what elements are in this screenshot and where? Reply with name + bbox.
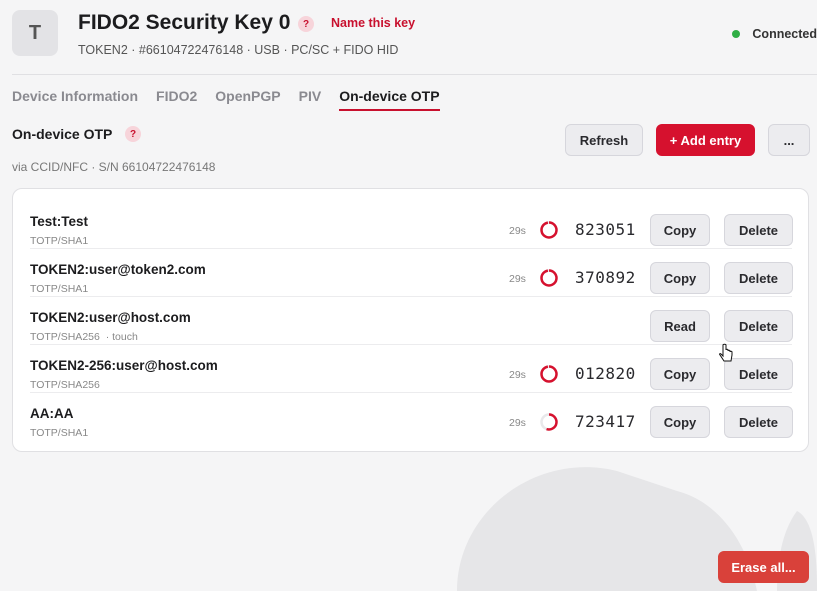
erase-all-button[interactable]: Erase all... [718,551,809,583]
delete-button[interactable]: Delete [724,358,793,390]
delete-button[interactable]: Delete [724,214,793,246]
otp-code: 723417 [575,412,636,431]
refresh-button[interactable]: Refresh [565,124,643,156]
otp-entry-row: TOKEN2:user@token2.com TOTP/SHA1 29s 370… [30,249,793,297]
entry-meta: TOTP/SHA1 [30,235,89,247]
copy-button[interactable]: Copy [650,214,710,246]
entry-meta: TOTP/SHA256 · touch [30,331,138,343]
entry-account: AA:AA [30,406,74,421]
entry-account: TOKEN2-256:user@host.com [30,358,218,373]
tab-device-information[interactable]: Device Information [12,88,138,111]
entry-algorithm: TOTP/SHA256 [30,331,100,343]
otp-entry-row: Test:Test TOTP/SHA1 29s 823051 Copy Dele… [30,201,793,249]
otp-entry-row: TOKEN2:user@host.com TOTP/SHA256 · touch… [30,297,793,345]
name-this-key-link[interactable]: Name this key [331,16,415,30]
connection-status: Connected [732,27,817,41]
entry-seconds: 29s [509,225,526,237]
countdown-timer-icon [540,221,558,239]
device-header: T FIDO2 Security Key 0 ? Name this key T… [12,10,817,60]
otp-code: 370892 [575,268,636,287]
entry-seconds: 29s [509,273,526,285]
tab-piv[interactable]: PIV [299,88,322,111]
device-subtitle: TOKEN2 · #66104722476148 · USB · PC/SC +… [78,43,399,57]
tab-bar: Device Information FIDO2 OpenPGP PIV On-… [12,88,440,111]
device-title: FIDO2 Security Key 0 [78,11,291,34]
more-options-button[interactable]: ... [768,124,810,156]
countdown-timer-icon [540,413,558,431]
entry-account: TOKEN2:user@host.com [30,310,191,325]
device-avatar: T [12,10,58,56]
entry-touch-flag: · touch [105,331,138,343]
tab-on-device-otp[interactable]: On-device OTP [339,88,440,111]
status-dot-icon [732,30,741,38]
header-divider [12,74,817,75]
delete-button[interactable]: Delete [724,262,793,294]
entry-meta: TOTP/SHA1 [30,283,89,295]
otp-code: 823051 [575,220,636,239]
hand-cursor-icon [719,343,733,362]
tab-openpgp[interactable]: OpenPGP [215,88,280,111]
entry-account: Test:Test [30,214,89,229]
section-title: On-device OTP [12,126,113,142]
tab-fido2[interactable]: FIDO2 [156,88,197,111]
delete-button[interactable]: Delete [724,406,793,438]
copy-button[interactable]: Copy [650,262,710,294]
otp-entry-row: TOKEN2-256:user@host.com TOTP/SHA256 29s… [30,345,793,393]
entry-meta: TOTP/SHA1 [30,427,89,439]
help-icon[interactable]: ? [298,16,314,32]
read-button[interactable]: Read [650,310,710,342]
section-help-icon[interactable]: ? [125,126,141,142]
delete-button[interactable]: Delete [724,310,793,342]
otp-code: 012820 [575,364,636,383]
otp-entry-row: AA:AA TOTP/SHA1 29s 723417 Copy Delete [30,393,793,441]
countdown-timer-icon [540,269,558,287]
countdown-timer-icon [540,365,558,383]
copy-button[interactable]: Copy [650,358,710,390]
otp-entries-card: Test:Test TOTP/SHA1 29s 823051 Copy Dele… [12,188,809,452]
entry-account: TOKEN2:user@token2.com [30,262,206,277]
entry-seconds: 29s [509,369,526,381]
entry-seconds: 29s [509,417,526,429]
add-entry-button[interactable]: + Add entry [656,124,755,156]
section-subtitle: via CCID/NFC · S/N 66104722476148 [12,160,216,174]
status-label: Connected [752,27,817,41]
copy-button[interactable]: Copy [650,406,710,438]
entry-meta: TOTP/SHA256 [30,379,100,391]
